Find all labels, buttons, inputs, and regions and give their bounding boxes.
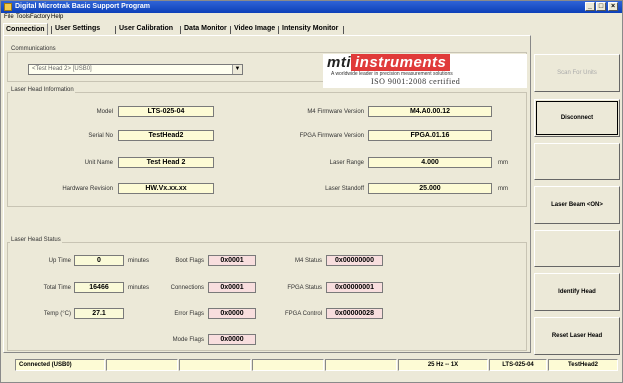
app-icon xyxy=(4,3,12,11)
fpga-firmware-field: FPGA.01.16 xyxy=(368,130,492,141)
hardware-revision-label: Hardware Revision xyxy=(62,186,113,192)
fpga-control-label: FPGA Control xyxy=(284,311,322,317)
tab-data-monitor[interactable]: Data Monitor xyxy=(182,23,229,35)
status-pane-2 xyxy=(106,359,178,371)
laser-range-field: 4.000 xyxy=(368,157,492,168)
error-flags-label: Error Flags xyxy=(174,311,204,317)
device-select-value: <Test Head 2> [USB0] xyxy=(32,66,92,72)
tab-separator xyxy=(115,26,116,34)
window-title: Digital Microtrak Basic Support Program xyxy=(15,3,150,10)
m4-status-label: M4 Status xyxy=(294,258,322,264)
unit-name-label: Unit Name xyxy=(84,160,113,166)
menu-bar: File Tools Factory Help xyxy=(1,13,622,22)
tab-video-image[interactable]: Video Image xyxy=(232,23,277,35)
fpga-control-field: 0x00000028 xyxy=(326,308,383,319)
laser-head-status-label: Laser Head Status xyxy=(10,237,62,243)
status-pane-4 xyxy=(252,359,324,371)
laser-head-info-label: Laser Head Information xyxy=(10,87,75,93)
fpga-status-field: 0x00000001 xyxy=(326,282,383,293)
temp-field: 27.1 xyxy=(74,308,124,319)
connections-label: Connections xyxy=(170,285,204,291)
status-pane-3 xyxy=(179,359,251,371)
status-model: LTS-025-04 xyxy=(489,359,547,371)
tab-separator xyxy=(230,26,231,34)
error-flags-field: 0x0000 xyxy=(208,308,256,319)
m4-firmware-field: M4.A0.00.12 xyxy=(368,106,492,117)
logo-brand-mti: mti xyxy=(327,54,351,71)
empty-button-2[interactable] xyxy=(534,230,620,267)
up-time-label: Up Time xyxy=(48,258,71,264)
tab-user-calibration[interactable]: User Calibration xyxy=(117,23,175,35)
scan-for-units-button[interactable]: Scan For Units xyxy=(534,54,620,92)
minimize-button[interactable]: _ xyxy=(585,2,595,11)
mti-logo: mti instruments A worldwide leader in pre… xyxy=(323,54,527,88)
tab-separator xyxy=(343,26,344,34)
disconnect-button[interactable]: Disconnect xyxy=(534,99,620,137)
up-time-unit: minutes xyxy=(128,258,150,264)
serial-field: TestHead2 xyxy=(118,130,214,141)
model-field: LTS-025-04 xyxy=(118,106,214,117)
m4-status-field: 0x00000000 xyxy=(326,255,383,266)
empty-button-1[interactable] xyxy=(534,143,620,180)
m4-firmware-label: M4 Firmware Version xyxy=(307,109,364,115)
laser-standoff-label: Laser Standoff xyxy=(325,186,364,192)
status-connection: Connected (USB0) xyxy=(15,359,105,371)
mode-flags-label: Mode Flags xyxy=(172,337,204,343)
laser-standoff-field: 25.000 xyxy=(368,183,492,194)
maximize-button[interactable]: □ xyxy=(596,2,606,11)
tab-intensity-monitor[interactable]: Intensity Monitor xyxy=(280,23,340,35)
close-button[interactable]: × xyxy=(608,2,618,11)
model-label: Model xyxy=(96,109,113,115)
logo-brand-instruments: instruments xyxy=(351,54,451,71)
status-rate: 25 Hz -- 1X xyxy=(398,359,488,371)
menu-tools[interactable]: Tools xyxy=(16,13,30,22)
logo-iso: ISO 9001:2008 certified xyxy=(371,77,461,86)
reset-laser-head-button[interactable]: Reset Laser Head xyxy=(534,317,620,355)
laser-range-unit: mm xyxy=(498,160,508,166)
laser-standoff-unit: mm xyxy=(498,186,508,192)
menu-help[interactable]: Help xyxy=(51,13,63,22)
boot-flags-field: 0x0001 xyxy=(208,255,256,266)
hardware-revision-field: HW.Vx.xx.xx xyxy=(118,183,214,194)
status-serial: TestHead2 xyxy=(548,359,618,371)
total-time-field: 16466 xyxy=(74,282,124,293)
communications-group-label: Communications xyxy=(10,46,57,52)
mode-flags-field: 0x0000 xyxy=(208,334,256,345)
device-select[interactable]: <Test Head 2> [USB0] ▼ xyxy=(28,64,243,75)
total-time-label: Total Time xyxy=(43,285,71,291)
laser-range-label: Laser Range xyxy=(329,160,364,166)
boot-flags-label: Boot Flags xyxy=(175,258,204,264)
status-pane-5 xyxy=(325,359,397,371)
chevron-down-icon[interactable]: ▼ xyxy=(232,65,242,74)
fpga-firmware-label: FPGA Firmware Version xyxy=(299,133,364,139)
laser-beam-button[interactable]: Laser Beam <ON> xyxy=(534,186,620,224)
tab-separator xyxy=(180,26,181,34)
total-time-unit: minutes xyxy=(128,285,150,291)
unit-name-field: Test Head 2 xyxy=(118,157,214,168)
menu-factory[interactable]: Factory xyxy=(30,13,50,22)
main-window: Digital Microtrak Basic Support Program … xyxy=(0,0,623,383)
identify-head-button[interactable]: Identify Head xyxy=(534,273,620,311)
tab-separator xyxy=(278,26,279,34)
up-time-field: 0 xyxy=(74,255,124,266)
title-bar: Digital Microtrak Basic Support Program … xyxy=(1,1,622,13)
menu-file[interactable]: File xyxy=(4,13,14,22)
fpga-status-label: FPGA Status xyxy=(287,285,322,291)
connections-field: 0x0001 xyxy=(208,282,256,293)
tab-user-settings[interactable]: User Settings xyxy=(53,23,102,35)
tab-separator xyxy=(51,26,52,34)
status-bar: Connected (USB0) 25 Hz -- 1X LTS-025-04 … xyxy=(3,359,622,373)
logo-brand: mti instruments xyxy=(327,54,451,71)
serial-label: Serial No xyxy=(88,133,113,139)
temp-label: Temp (°C) xyxy=(43,311,71,317)
